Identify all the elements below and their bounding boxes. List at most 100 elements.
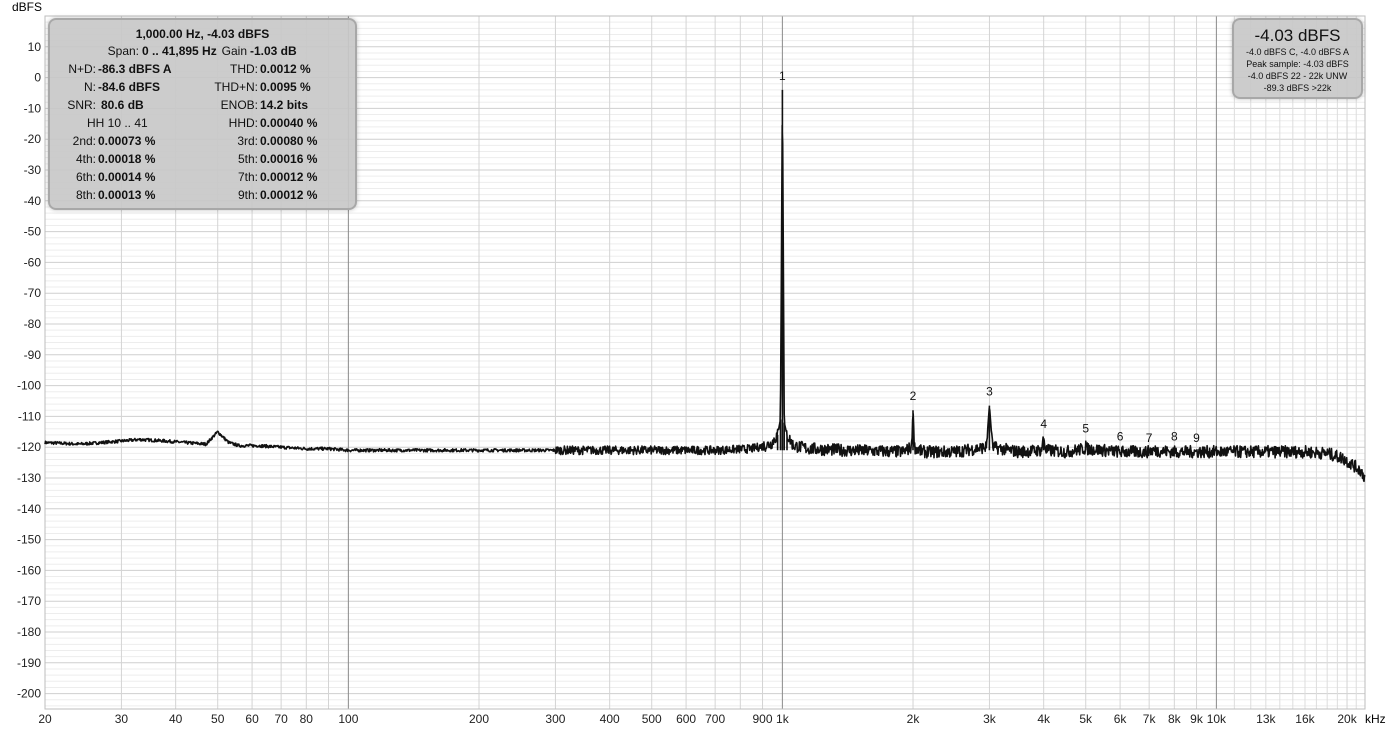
n-label: N: [84, 80, 96, 94]
x-tick-label: 20k [1337, 712, 1357, 726]
y-tick-label: -200 [17, 687, 41, 701]
harmonic-marker-1: 1 [779, 69, 786, 83]
x-tick-label: 20 [38, 712, 52, 726]
h6-label: 6th: [75, 170, 96, 184]
y-tick-label: 0 [34, 71, 41, 85]
gain-value: -1.03 dB [250, 44, 297, 58]
thdn-label: THD+N: [214, 80, 258, 94]
x-tick-label: 8k [1168, 712, 1182, 726]
thd-label: THD: [230, 62, 258, 76]
y-tick-label: -190 [17, 656, 41, 670]
x-tick-label: 9k [1190, 712, 1204, 726]
x-tick-label: 13k [1256, 712, 1276, 726]
x-tick-label: 2k [907, 712, 921, 726]
y-tick-label: -130 [17, 471, 41, 485]
y-tick-label: -40 [24, 194, 42, 208]
y-tick-label: -140 [17, 502, 41, 516]
span-gain-row: Span: 0 .. 41,895 Hz Gain -1.03 dB [50, 44, 355, 62]
x-tick-label: 40 [169, 712, 183, 726]
x-tick-label: 7k [1143, 712, 1157, 726]
h4-label: 4th: [75, 152, 96, 166]
harmonics-row-2-3: 2nd: 0.00073 % 3rd: 0.00080 % [50, 134, 355, 152]
n-value: -84.6 dBFS [98, 80, 161, 94]
harmonic-marker-5: 5 [1082, 422, 1089, 436]
x-tick-label: 700 [705, 712, 725, 726]
y-axis-label: dBFS [12, 0, 42, 14]
stats-panel: 1,000.00 Hz, -4.03 dBFS Span: 0 .. 41,89… [48, 18, 357, 210]
hhd-label: HHD: [228, 116, 258, 130]
harmonic-marker-7: 7 [1146, 431, 1153, 445]
y-tick-label: 10 [28, 40, 42, 54]
hhd-value: 0.00040 % [260, 116, 318, 130]
snr-row: SNR: 80.6 dB ENOB: 14.2 bits [50, 98, 355, 116]
h8-value: 0.00013 % [98, 188, 156, 202]
h9-value: 0.00012 % [260, 188, 318, 202]
h4-value: 0.00018 % [98, 152, 156, 166]
x-tick-label: 400 [600, 712, 620, 726]
x-tick-label: 1k [776, 712, 790, 726]
y-tick-label: -10 [24, 101, 42, 115]
y-tick-label: -80 [24, 317, 42, 331]
span-label: Span: [107, 44, 139, 58]
h7-label: 7th: [237, 170, 258, 184]
y-tick-label: -120 [17, 440, 41, 454]
y-tick-label: -170 [17, 594, 41, 608]
level-panel: -4.03 dBFS -4.0 dBFS C, -4.0 dBFS A Peak… [1232, 18, 1363, 99]
harmonic-marker-3: 3 [986, 385, 993, 399]
nd-row: N+D: -86.3 dBFS A THD: 0.0012 % [50, 62, 355, 80]
x-tick-label: 60 [245, 712, 259, 726]
nd-value: -86.3 dBFS A [98, 62, 172, 76]
x-tick-label: 5k [1079, 712, 1093, 726]
h8-label: 8th: [75, 188, 96, 202]
harmonic-marker-9: 9 [1193, 431, 1200, 445]
hh-label: HH 10 .. 41 [87, 116, 148, 130]
harmonic-marker-6: 6 [1117, 429, 1124, 443]
y-tick-label: -20 [24, 132, 42, 146]
x-tick-label: 500 [642, 712, 662, 726]
y-tick-label: -180 [17, 625, 41, 639]
span-value: 0 .. 41,895 Hz [142, 44, 217, 58]
x-tick-label: 3k [983, 712, 997, 726]
nd-label: N+D: [68, 62, 96, 76]
y-tick-label: -160 [17, 563, 41, 577]
level-line-2: Peak sample: -4.03 dBFS [1246, 59, 1349, 69]
h7-value: 0.00012 % [260, 170, 318, 184]
level-line-4: -89.3 dBFS >22k [1263, 83, 1332, 93]
y-tick-label: -100 [17, 379, 41, 393]
x-tick-label: 200 [469, 712, 489, 726]
h2-value: 0.00073 % [98, 134, 156, 148]
x-axis-unit: kHz [1365, 712, 1386, 726]
gain-label: Gain [221, 44, 247, 58]
h9-label: 9th: [237, 188, 258, 202]
level-line-3: -4.0 dBFS 22 - 22k UNW [1247, 71, 1348, 81]
harmonics-row-4-5: 4th: 0.00018 % 5th: 0.00016 % [50, 152, 355, 170]
x-tick-label: 10k [1207, 712, 1227, 726]
level-line-1: -4.0 dBFS C, -4.0 dBFS A [1245, 47, 1350, 57]
harmonic-marker-8: 8 [1171, 429, 1178, 443]
harmonics-row-8-9: 8th: 0.00013 % 9th: 0.00012 % [50, 188, 355, 206]
x-tick-label: 50 [211, 712, 225, 726]
x-tick-label: 16k [1295, 712, 1315, 726]
h5-value: 0.00016 % [260, 152, 318, 166]
y-tick-label: -50 [24, 225, 42, 239]
y-tick-label: -110 [18, 409, 41, 423]
level-main: -4.03 dBFS [1254, 26, 1341, 45]
enob-label: ENOB: [220, 98, 258, 112]
hh-row: HH 10 .. 41 HHD: 0.00040 % [50, 116, 355, 134]
y-tick-label: -150 [17, 533, 41, 547]
x-tick-label: 30 [115, 712, 129, 726]
y-tick-label: -70 [24, 286, 42, 300]
fundamental-readout: 1,000.00 Hz, -4.03 dBFS [135, 27, 270, 41]
h2-label: 2nd: [72, 134, 96, 148]
x-tick-label: 80 [300, 712, 314, 726]
y-tick-label: -90 [24, 348, 42, 362]
x-tick-label: 4k [1037, 712, 1051, 726]
x-tick-label: 900 [752, 712, 772, 726]
x-tick-label: 100 [338, 712, 358, 726]
y-tick-label: -30 [24, 163, 42, 177]
thdn-value: 0.0095 % [260, 80, 311, 94]
y-tick-label: -60 [24, 255, 42, 269]
h6-value: 0.00014 % [98, 170, 156, 184]
x-tick-label: 70 [274, 712, 288, 726]
thd-value: 0.0012 % [260, 62, 311, 76]
